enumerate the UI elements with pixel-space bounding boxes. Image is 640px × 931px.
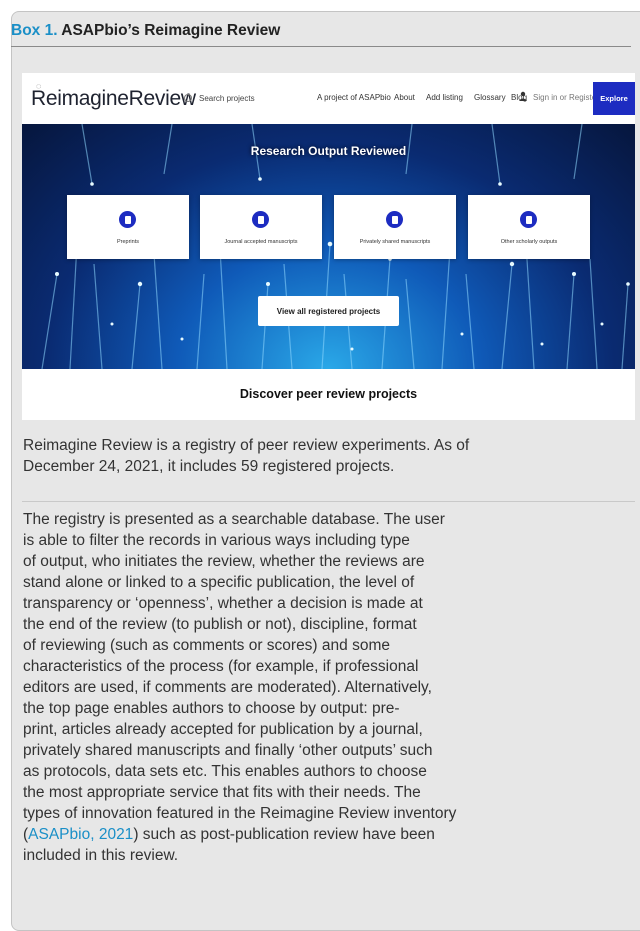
text-line: stand alone or linked to a specific publ… (23, 574, 415, 591)
card-label: Preprints (116, 239, 139, 245)
box-number: Box 1. (11, 22, 58, 39)
card-label: Other scholarly outputs (500, 239, 558, 245)
text-line-rest: ) such as post-publication review have b… (133, 826, 435, 843)
search-box: Search projects (184, 93, 255, 103)
text-line: December 24, 2021, it includes 59 regist… (23, 458, 395, 475)
box-title-text: ASAPbio’s Reimagine Review (61, 22, 281, 39)
text-line: the end of the review (to publish or not… (23, 616, 417, 633)
search-placeholder: Search projects (199, 94, 255, 103)
text-line: of reviewing (such as comments or scores… (23, 637, 390, 654)
nav-sign-in: Sign in or Register (533, 93, 599, 102)
text-line: editors are used, if comments are modera… (23, 679, 432, 696)
text-line: the most appropriate service that fits w… (23, 784, 421, 801)
site-logo: ReimagineReview (31, 87, 196, 110)
divider (22, 501, 635, 502)
text-line: types of innovation featured in the Reim… (23, 805, 457, 822)
card-label: Privately shared manuscripts (359, 239, 431, 245)
nav-glossary: Glossary (474, 93, 506, 102)
nav-about: About (394, 93, 415, 102)
hero-banner: Research Output Reviewed Preprints Journ… (22, 124, 635, 369)
card-preprints: Preprints (67, 195, 189, 259)
citation-link[interactable]: ASAPbio, 2021 (28, 826, 133, 843)
site-nav: ◌ ReimagineReview Search projects A proj… (22, 73, 635, 124)
view-all-projects-button: View all registered projects (258, 296, 399, 326)
text-line: The registry is presented as a searchabl… (23, 511, 445, 528)
card-privately-shared: Privately shared manuscripts (334, 195, 456, 259)
user-icon (519, 91, 527, 101)
dataset-icon (520, 211, 537, 228)
document-icon (119, 211, 136, 228)
paragraph-description: The registry is presented as a searchabl… (23, 509, 635, 866)
text-line: is able to filter the records in various… (23, 532, 410, 549)
box-title: Box 1. ASAPbio’s Reimagine Review (11, 22, 631, 47)
text-line: characteristics of the process (for exam… (23, 658, 419, 675)
explore-button: Explore (593, 82, 635, 115)
card-label: Journal accepted manuscripts (224, 239, 298, 245)
search-icon (184, 94, 192, 102)
text-line: as protocols, data sets etc. This enable… (23, 763, 427, 780)
paragraph-intro: Reimagine Review is a registry of peer r… (23, 435, 635, 477)
text-line: the top page enables authors to choose b… (23, 700, 400, 717)
nav-add-listing: Add listing (426, 93, 463, 102)
text-line: Reimagine Review is a registry of peer r… (23, 437, 470, 454)
discover-heading: Discover peer review projects (239, 387, 418, 401)
text-line: print, articles already accepted for pub… (23, 721, 423, 738)
text-line: privately shared manuscripts and finally… (23, 742, 433, 759)
hero-title: Research Output Reviewed (250, 144, 407, 158)
text-line: of output, who initiates the review, whe… (23, 553, 425, 570)
card-journal-accepted: Journal accepted manuscripts (200, 195, 322, 259)
document-check-icon (252, 211, 269, 228)
text-line: included in this review. (23, 847, 179, 864)
nav-project-of: A project of ASAPbio (317, 93, 391, 102)
website-screenshot: ◌ ReimagineReview Search projects A proj… (22, 73, 635, 420)
document-lock-icon (386, 211, 403, 228)
text-line: transparency or ‘openness’, whether a de… (23, 595, 423, 612)
card-other-outputs: Other scholarly outputs (468, 195, 590, 259)
